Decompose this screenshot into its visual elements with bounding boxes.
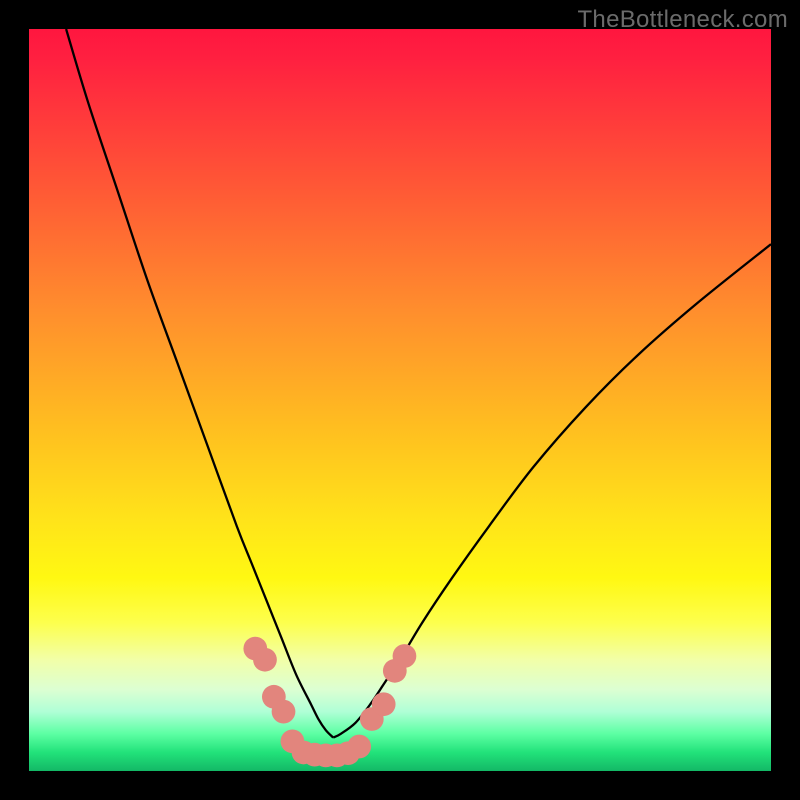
- data-marker: [253, 648, 277, 672]
- data-marker: [372, 692, 396, 716]
- line-left-curve: [66, 29, 333, 738]
- data-marker: [347, 735, 371, 759]
- data-marker: [393, 644, 417, 668]
- chart-plot-area: [29, 29, 771, 771]
- markers-group: [243, 637, 416, 768]
- chart-svg: [29, 29, 771, 771]
- watermark-text: TheBottleneck.com: [577, 6, 788, 34]
- data-marker: [272, 700, 296, 724]
